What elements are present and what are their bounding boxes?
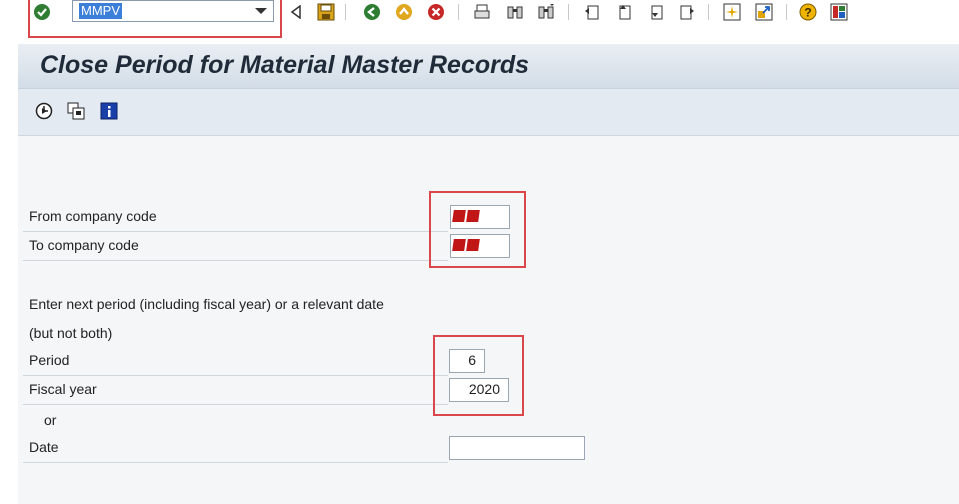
layout-icon[interactable] (829, 2, 849, 22)
info-icon[interactable] (99, 101, 119, 121)
create-session-icon[interactable] (722, 2, 742, 22)
period-label: Period (29, 352, 70, 368)
page-title: Close Period for Material Master Records (40, 51, 530, 79)
find-next-icon[interactable] (536, 2, 556, 22)
date-row: Date (23, 434, 448, 463)
or-label: or (44, 412, 57, 428)
title-bar: Close Period for Material Master Records (18, 44, 959, 89)
highlight-frame-company-codes (429, 191, 526, 268)
to-company-code-row: To company code (23, 232, 448, 261)
first-page-icon[interactable] (582, 2, 602, 22)
cancel-icon[interactable] (426, 2, 446, 22)
print-icon[interactable] (472, 2, 492, 22)
help-icon[interactable]: ? (798, 2, 818, 22)
save-icon[interactable] (316, 2, 336, 22)
from-company-code-label: From company code (29, 208, 157, 224)
variant-icon[interactable] (66, 101, 86, 121)
fiscal-year-label: Fiscal year (29, 381, 97, 397)
exit-icon[interactable] (394, 2, 414, 22)
instruction-line-1: Enter next period (including fiscal year… (29, 296, 384, 312)
from-company-code-row: From company code (23, 203, 448, 232)
svg-text:?: ? (804, 6, 811, 20)
find-icon[interactable] (505, 2, 525, 22)
nav-back-icon[interactable] (362, 2, 382, 22)
application-toolbar (18, 89, 959, 136)
next-page-icon[interactable] (646, 2, 666, 22)
instruction-line-2: (but not both) (29, 325, 113, 341)
execute-icon[interactable] (34, 101, 54, 121)
main-panel: Close Period for Material Master Records… (18, 44, 959, 504)
previous-page-icon[interactable] (614, 2, 634, 22)
highlight-frame-command (28, 0, 282, 38)
highlight-frame-period-year (433, 335, 524, 416)
last-page-icon[interactable] (677, 2, 697, 22)
fiscal-year-row: Fiscal year (23, 376, 448, 405)
shortcut-icon[interactable] (754, 2, 774, 22)
date-label: Date (29, 439, 59, 455)
back-icon[interactable] (286, 2, 306, 22)
to-company-code-label: To company code (29, 237, 139, 253)
date-field[interactable] (449, 436, 585, 460)
period-row: Period (23, 347, 448, 376)
